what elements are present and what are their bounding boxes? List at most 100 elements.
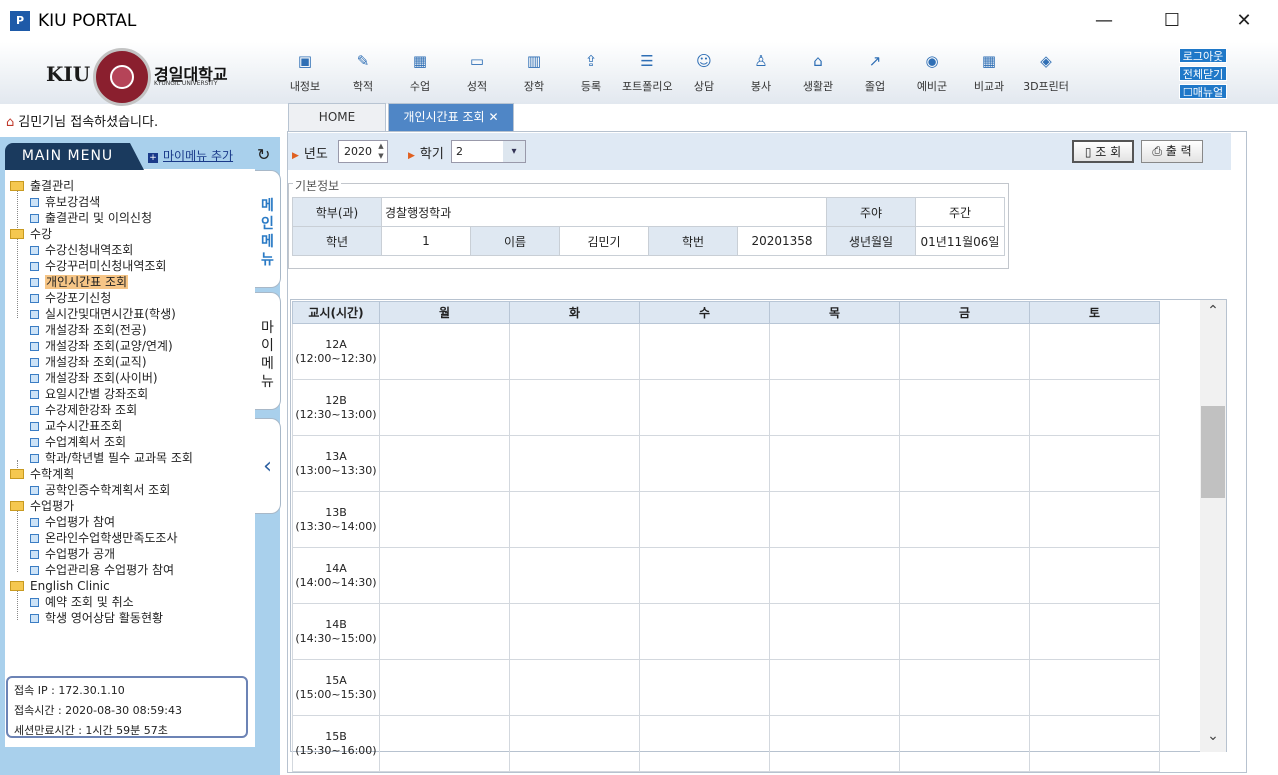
menu-folder-plan[interactable]: 수학계획 [10, 466, 74, 482]
menu-item[interactable]: 수업평가 참여 [30, 514, 115, 530]
menu-item[interactable]: 온라인수업학생만족도조사 [30, 530, 177, 546]
topmenu-graduation[interactable]: ↗ 졸업 [850, 52, 900, 102]
menu-item[interactable]: 예약 조회 및 취소 [30, 594, 134, 610]
window-titlebar: P KIU PORTAL — ☐ ✕ [0, 0, 1278, 42]
dept-value: 경찰행정학과 [381, 197, 827, 227]
menu-folder-attendance[interactable]: 출결관리 [10, 178, 74, 194]
day-header-fri: 금 [899, 301, 1030, 324]
student-id-header: 학번 [648, 226, 738, 256]
scrollbar-thumb[interactable] [1201, 406, 1225, 498]
menu-item[interactable]: 학생 영어상담 활동현황 [30, 610, 163, 626]
share-icon: ↗ [868, 52, 882, 70]
topmenu-3dprinter[interactable]: ◈ 3D프린터 [1021, 52, 1071, 102]
menu-item[interactable]: 개설강좌 조회(교직) [30, 354, 147, 370]
menu-item[interactable]: 학과/학년별 필수 교과목 조회 [30, 450, 193, 466]
folder-icon [10, 181, 24, 191]
side-tab-main-menu[interactable]: 메인메뉴 [255, 170, 281, 288]
period-cell: 15B (15:30~16:00) [292, 715, 380, 772]
grade-value: 1 [381, 226, 471, 256]
menu-item[interactable]: 휴보강검색 [30, 194, 100, 210]
menu-item[interactable]: 실시간및대면시간표(학생) [30, 306, 176, 322]
scroll-up-icon[interactable]: ⌃ [1200, 303, 1226, 325]
page-icon [30, 422, 39, 431]
refresh-icon[interactable]: ↻ [257, 145, 270, 164]
menu-item[interactable]: 교수시간표조회 [30, 418, 122, 434]
bullet-icon: ▶ [292, 151, 299, 161]
menu-item[interactable]: 개설강좌 조회(전공) [30, 322, 147, 338]
table-row: 13A (13:00~13:30) [292, 435, 1160, 492]
menu-item[interactable]: 수업관리용 수업평가 참여 [30, 562, 174, 578]
basic-info-legend: 기본정보 [293, 177, 342, 194]
menu-item[interactable]: 개설강좌 조회(교양/연계) [30, 338, 173, 354]
menu-item[interactable]: 수강신청내역조회 [30, 242, 133, 258]
timetable-scrollbar[interactable] [1200, 300, 1226, 752]
topmenu-volunteer[interactable]: ♙ 봉사 [736, 52, 786, 102]
menu-item[interactable]: 수강제한강좌 조회 [30, 402, 137, 418]
period-cell: 12A (12:00~12:30) [292, 323, 380, 380]
day-header-sat: 토 [1029, 301, 1160, 324]
menu-item[interactable]: 수강포기신청 [30, 290, 111, 306]
logout-button[interactable]: 로그아웃 [1179, 48, 1227, 63]
topmenu-dormitory[interactable]: ⌂ 생활관 [793, 52, 843, 102]
day-header-wed: 수 [639, 301, 770, 324]
menu-folder-evaluation[interactable]: 수업평가 [10, 498, 74, 514]
side-tab-my-menu[interactable]: 마이메뉴 [255, 292, 281, 410]
topmenu-myinfo[interactable]: ▣ 내정보 [280, 52, 330, 102]
topmenu-academic[interactable]: ✎ 학적 [338, 52, 388, 102]
period-cell: 13A (13:00~13:30) [292, 435, 380, 492]
menu-folder-enrollment[interactable]: 수강 [10, 226, 52, 242]
welcome-message: ⌂ 김민기님 접속하셨습니다. [6, 115, 159, 130]
timetable: 교시(시간) 월 화 수 목 금 토 12A (12:00~12:30) 12B(… [292, 301, 1160, 772]
folder-icon [10, 469, 24, 479]
topmenu-scholarship[interactable]: ▥ 장학 [509, 52, 559, 102]
menu-item-active[interactable]: 개인시간표 조회 [30, 274, 129, 290]
page-icon [30, 534, 39, 543]
menu-item[interactable]: 공학인증수학계획서 조회 [30, 482, 170, 498]
table-row: 13B (13:30~14:00) [292, 491, 1160, 548]
page-icon [30, 326, 39, 335]
chevron-down-icon[interactable]: ▾ [503, 141, 525, 162]
topmenu-extracurricular[interactable]: ▦ 비교과 [964, 52, 1014, 102]
year-spinner[interactable]: ▲ ▼ [375, 141, 387, 162]
topmenu-reserve[interactable]: ◉ 예비군 [907, 52, 957, 102]
table-row: 15A (15:00~15:30) [292, 659, 1160, 716]
birth-value: 01년11월06일 [915, 226, 1005, 256]
topmenu-grades[interactable]: ▭ 성적 [452, 52, 502, 102]
page-icon [30, 214, 39, 223]
page-icon [30, 486, 39, 495]
tab-timetable[interactable]: 개인시간표 조회 ✕ [388, 103, 514, 131]
manual-button[interactable]: ☐매뉴얼 [1179, 84, 1227, 99]
topmenu-portfolio[interactable]: ☰ 포트폴리오 [622, 52, 673, 102]
manual-icon: ☐ [1182, 86, 1193, 99]
scroll-down-icon[interactable]: ⌄ [1200, 728, 1226, 750]
topmenu-registration[interactable]: ⇪ 등록 [566, 52, 616, 102]
main-menu-header: MAIN MENU [5, 143, 144, 170]
page-icon [30, 598, 39, 607]
cube-icon: ◈ [1040, 52, 1052, 70]
menu-item[interactable]: 수업계획서 조회 [30, 434, 126, 450]
topmenu-class[interactable]: ▦ 수업 [395, 52, 445, 102]
tab-home[interactable]: HOME [288, 103, 386, 131]
search-button[interactable]: ▯ 조 회 [1072, 140, 1134, 163]
topmenu-counsel[interactable]: ☺ 상담 [679, 52, 729, 102]
table-row: 15B (15:30~16:00) [292, 715, 1160, 772]
close-all-button[interactable]: 전체닫기 [1179, 66, 1227, 81]
maximize-button[interactable]: ☐ [1152, 6, 1192, 36]
menu-folder-english[interactable]: English Clinic [10, 578, 110, 594]
menu-item[interactable]: 요일시간별 강좌조회 [30, 386, 148, 402]
menu-item[interactable]: 수업평가 공개 [30, 546, 115, 562]
page-icon [30, 310, 39, 319]
menu-item[interactable]: 출결관리 및 이의신청 [30, 210, 152, 226]
print-button[interactable]: ⎙ 출 력 [1141, 140, 1203, 163]
close-tab-icon[interactable]: ✕ [489, 110, 499, 124]
table-row: 12B (12:30~13:00) [292, 379, 1160, 436]
menu-item[interactable]: 개설강좌 조회(사이버) [30, 370, 158, 386]
add-my-menu-link[interactable]: + 마이메뉴 추가 [148, 147, 233, 164]
basic-info-table: 학부(과) 경찰행정학과 주야 주간 학년 1 이름 김민기 학번 202013… [292, 197, 1005, 256]
window-title: KIU PORTAL [38, 11, 137, 31]
close-button[interactable]: ✕ [1224, 6, 1264, 36]
menu-item[interactable]: 수강꾸러미신청내역조회 [30, 258, 166, 274]
document-icon: ▯ [1084, 145, 1096, 159]
collapse-menu-icon[interactable]: ‹ [255, 418, 281, 514]
minimize-button[interactable]: — [1084, 6, 1124, 36]
